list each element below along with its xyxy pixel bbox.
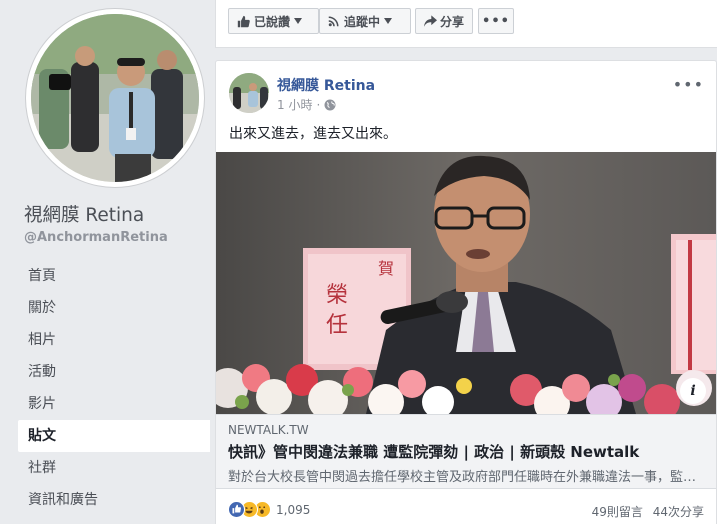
page-name[interactable]: 視網膜 Retina: [24, 201, 144, 227]
globe-icon[interactable]: [324, 99, 336, 111]
chevron-down-icon: [294, 18, 303, 24]
link-description: 對於台大校長管中閔過去擔任學校主管及政府部門任職時在外兼職違法一事，監察院今天通…: [228, 470, 700, 485]
thumbs-up-icon: [237, 15, 250, 27]
profile-picture-frame[interactable]: [26, 9, 204, 187]
share-label: 分享: [439, 14, 464, 29]
profile-picture[interactable]: [31, 14, 199, 182]
following-button[interactable]: 追蹤中: [319, 8, 411, 34]
reaction-summary[interactable]: 1,095: [228, 501, 310, 518]
nav-item-videos[interactable]: 影片: [18, 388, 210, 420]
post-meta: 1 小時 ·: [277, 96, 336, 113]
svg-text:任: 任: [326, 313, 348, 338]
ellipsis-icon: •••: [482, 13, 510, 29]
nav-item-events[interactable]: 活動: [18, 356, 210, 388]
link-preview-image[interactable]: 榮 任 賀 i: [216, 152, 716, 414]
post-author-name[interactable]: 視網膜 Retina: [277, 75, 375, 95]
post-timestamp[interactable]: 1 小時: [277, 96, 312, 113]
nav-item-about[interactable]: 關於: [18, 292, 210, 324]
nav-item-info-and-ads[interactable]: 資訊和廣告: [18, 484, 210, 516]
nav-item-photos[interactable]: 相片: [18, 324, 210, 356]
page-handle[interactable]: @AnchormanRetina: [24, 230, 168, 245]
post-author-avatar[interactable]: [229, 73, 269, 113]
link-domain: NEWTALK.TW: [228, 423, 309, 437]
share-count[interactable]: 44次分享: [653, 505, 704, 519]
page-action-bar: 已說讚 追蹤中 分享 •••: [215, 0, 717, 48]
post-stats: 49則留言 44次分享: [586, 503, 704, 520]
nav-item-home[interactable]: 首頁: [18, 260, 210, 292]
share-arrow-icon: [424, 15, 437, 27]
meta-separator: ·: [316, 97, 321, 112]
post-text: 出來又進去，進去又出來。: [229, 126, 397, 142]
post-card: 視網膜 Retina 1 小時 · ••• 出來又進去，進去又出來。 榮 任 賀…: [215, 60, 717, 524]
nav-item-community[interactable]: 社群: [18, 452, 210, 484]
reaction-count: 1,095: [276, 502, 311, 517]
news-photo-illustration: 榮 任 賀: [216, 152, 716, 414]
page-sidebar: 視網膜 Retina @AnchormanRetina 首頁 關於 相片 活動 …: [0, 0, 210, 524]
link-preview[interactable]: NEWTALK.TW 快訊》管中閔違法兼職 遭監院彈劾 | 政治 | 新頭殼 N…: [216, 414, 716, 489]
comment-count[interactable]: 49則留言: [592, 505, 643, 519]
liked-button[interactable]: 已說讚: [228, 8, 319, 34]
author-avatar-illustration: [229, 73, 269, 113]
svg-text:賀: 賀: [378, 259, 394, 278]
profile-photo-illustration: [31, 14, 199, 182]
nav-item-posts[interactable]: 貼文: [18, 420, 210, 452]
rss-icon: [328, 16, 339, 27]
liked-label: 已說讚: [254, 14, 291, 29]
link-headline[interactable]: 快訊》管中閔違法兼職 遭監院彈劾 | 政治 | 新頭殼 Newtalk: [228, 441, 639, 462]
info-icon[interactable]: i: [680, 378, 706, 404]
svg-text:榮: 榮: [326, 283, 348, 308]
following-label: 追蹤中: [344, 14, 381, 29]
page-nav: 首頁 關於 相片 活動 影片 貼文 社群 資訊和廣告: [18, 260, 210, 516]
post-options-icon[interactable]: •••: [673, 75, 704, 94]
share-button[interactable]: 分享: [415, 8, 473, 34]
chevron-down-icon: [384, 18, 393, 24]
like-reaction-icon: [228, 501, 245, 518]
more-options-button[interactable]: •••: [478, 8, 514, 34]
